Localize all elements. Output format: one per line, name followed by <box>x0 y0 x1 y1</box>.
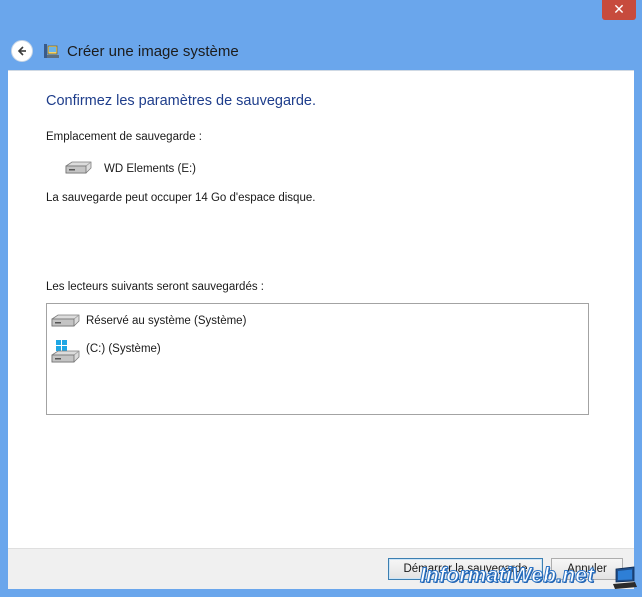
close-icon: ✕ <box>613 2 625 18</box>
backup-location-drive: WD Elements (E:) <box>62 160 196 178</box>
dialog-content: Confirmez les paramètres de sauvegarde. … <box>8 70 634 548</box>
dialog-window: ✕ Créer une image système Confirmez les … <box>0 0 642 597</box>
close-button[interactable]: ✕ <box>602 0 636 20</box>
backup-space-text: La sauvegarde peut occuper 14 Go d'espac… <box>46 192 316 204</box>
hard-drive-icon <box>51 314 80 327</box>
back-button[interactable] <box>11 40 33 62</box>
drive-label: (C:) (Système) <box>86 343 161 355</box>
laptop-logo-icon <box>613 566 637 589</box>
list-item[interactable]: Réservé au système (Système) <box>50 312 246 330</box>
drive-label: Réservé au système (Système) <box>86 315 247 327</box>
external-drive-icon <box>65 161 92 174</box>
watermark-logo: InformatiWeb.net <box>419 564 595 588</box>
list-item[interactable]: (C:) (Système) <box>50 340 161 366</box>
drives-list[interactable]: Réservé au système (Système) (C:) (Systè… <box>46 303 589 415</box>
drives-list-label: Les lecteurs suivants seront sauvegardés… <box>46 281 264 293</box>
title-bar: ✕ <box>0 0 642 32</box>
backup-location-drive-name: WD Elements (E:) <box>104 163 197 175</box>
backup-location-label: Emplacement de sauvegarde : <box>46 131 202 143</box>
page-heading: Confirmez les paramètres de sauvegarde. <box>46 93 316 109</box>
window-title: Créer une image système <box>67 42 239 60</box>
back-arrow-icon <box>17 46 26 56</box>
windows-drive-icon <box>51 340 80 363</box>
dialog-header: Créer une image système <box>8 32 634 70</box>
backup-app-icon <box>44 44 59 58</box>
